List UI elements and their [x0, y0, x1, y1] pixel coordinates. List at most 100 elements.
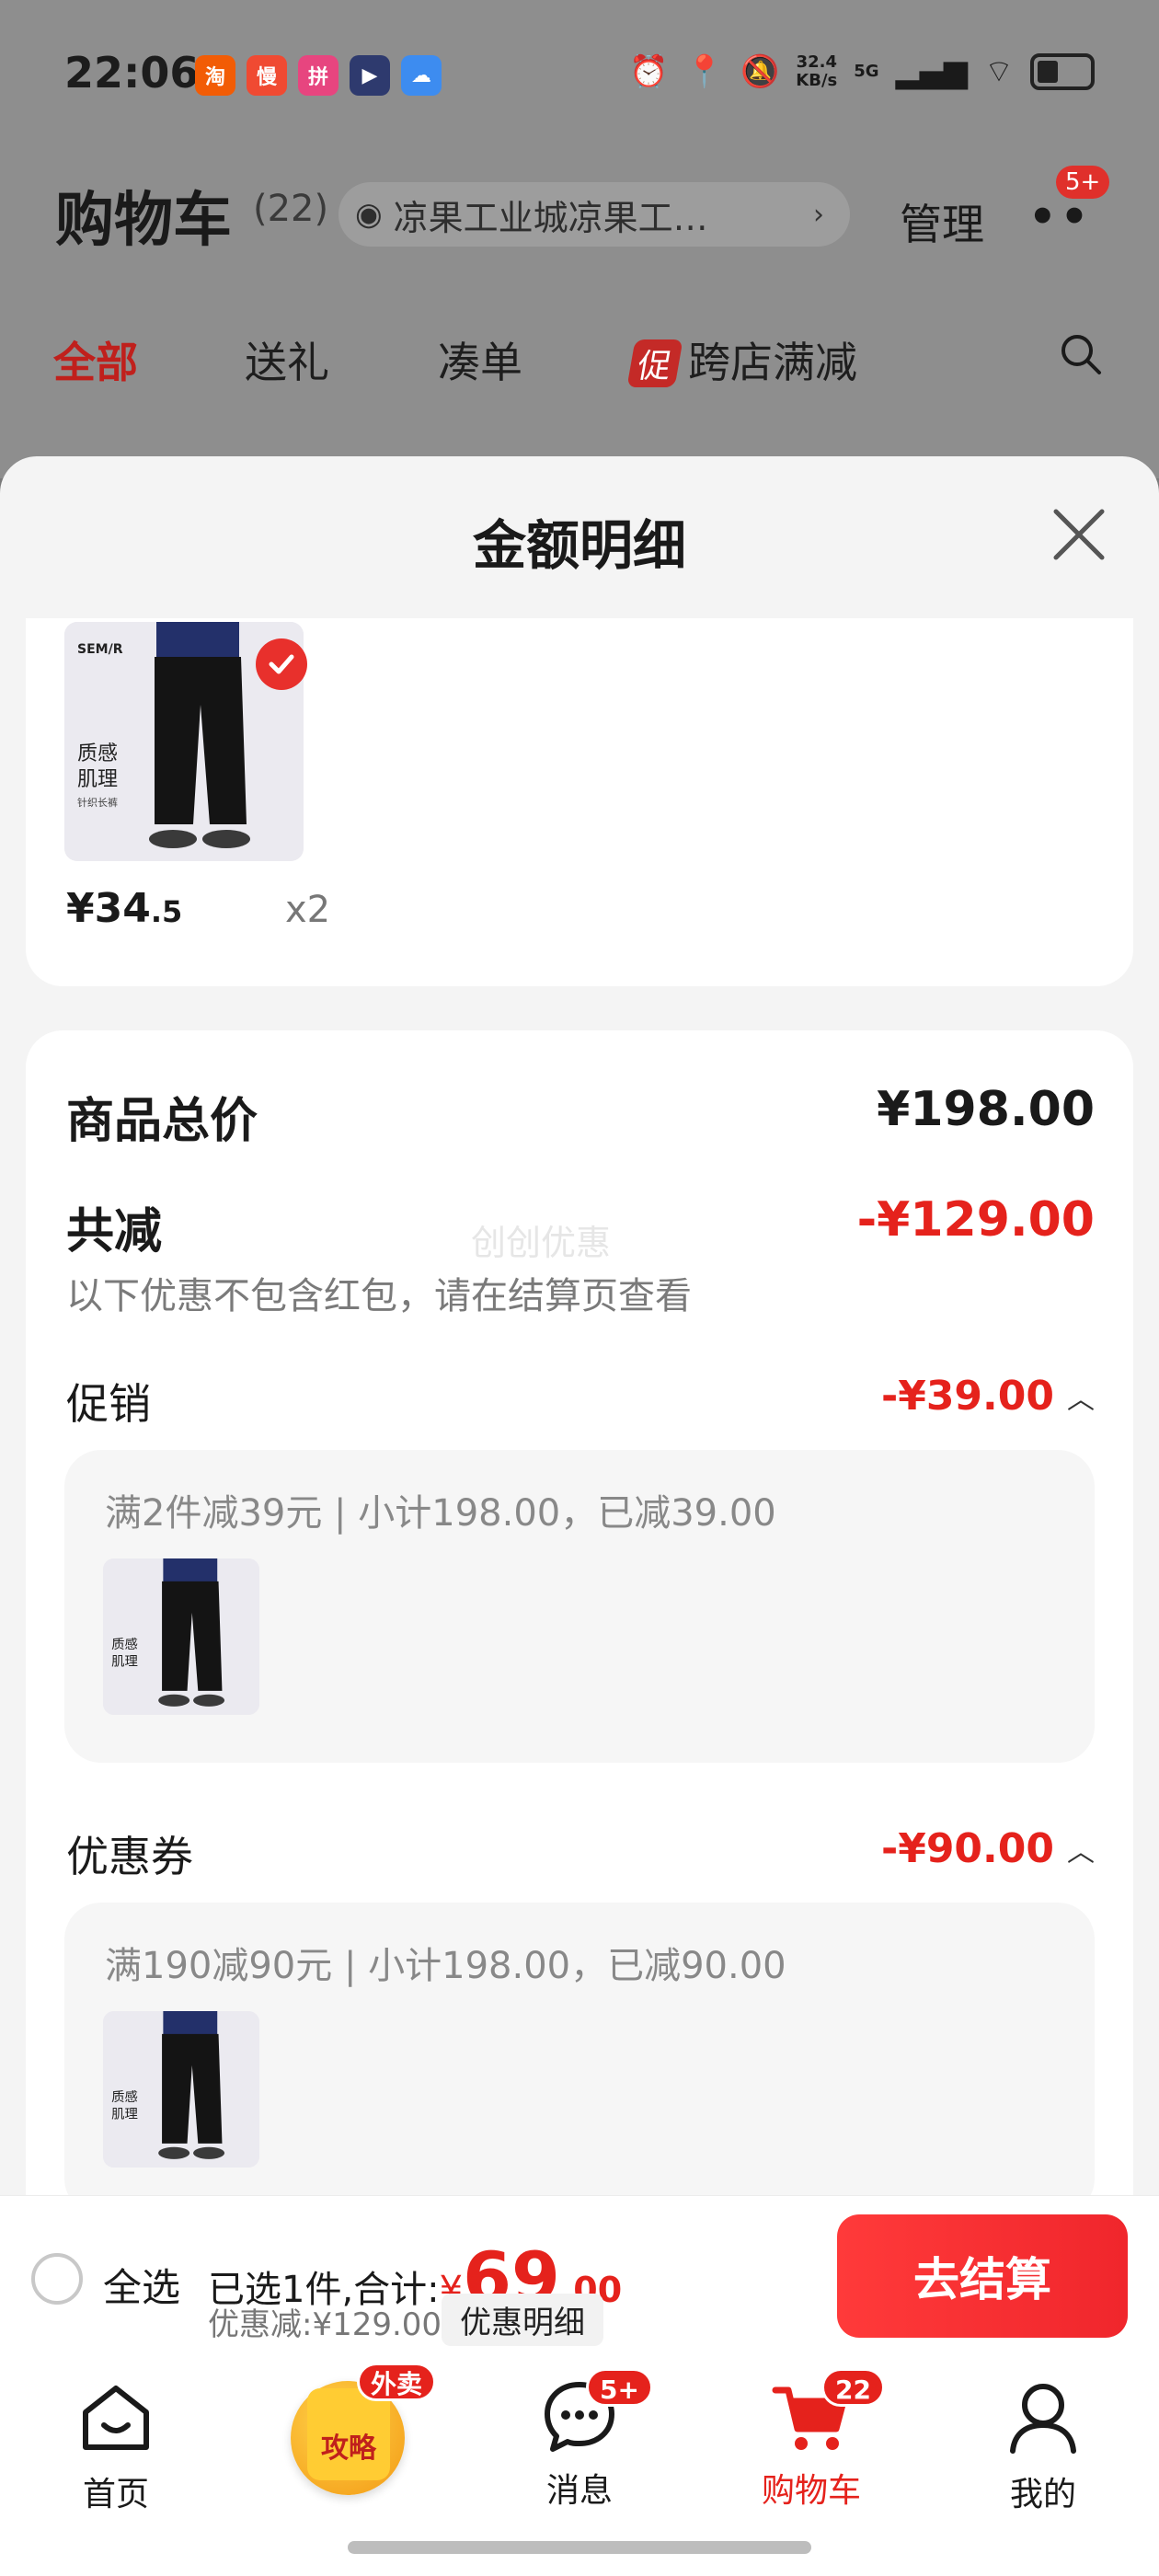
video-app-icon: ▶ — [350, 55, 390, 96]
nav-label-me: 我的 — [1009, 2476, 1076, 2513]
nav-item-cart[interactable]: 22 购物车 — [738, 2368, 885, 2512]
svg-text:肌理: 肌理 — [77, 768, 118, 791]
svg-text:肌理: 肌理 — [111, 1653, 138, 1669]
total-label: 商品总价 — [66, 1094, 258, 1149]
taobao-app-icon: 淘 — [195, 55, 235, 96]
product-price-main: ¥34 — [66, 885, 151, 932]
checkout-bar: 全选 已选1件,合计:¥69.00 优惠减:¥129.00 优惠明细 去结算 — [0, 2195, 1159, 2359]
nav-label-cart: 购物车 — [761, 2472, 861, 2510]
image-sub: 针织长裤 — [77, 796, 118, 809]
coupon-detail: 满190减90元 | 小计198.00，已减90.00 — [105, 1945, 786, 1987]
tab-cross-store-label: 跨店满减 — [688, 338, 858, 387]
chevron-up-icon: ︿ — [1067, 1835, 1095, 1869]
chevron-right-icon: › — [813, 198, 824, 231]
background-page: 22:06 淘 慢 拼 ▶ ☁ ⏰ 📍 🔕 32.4 KB/s 5G ▂▄▆ ⌔… — [0, 0, 1159, 478]
coupon-detail-box: 满190减90元 | 小计198.00，已减90.00 质感 肌理 — [64, 1903, 1095, 2215]
messages-badge: 5+ — [586, 2368, 653, 2407]
status-app-icons: 淘 慢 拼 ▶ ☁ — [195, 55, 442, 96]
net-speed-value: 32.4 — [796, 52, 837, 72]
promotion-detail: 满2件减39元 | 小计198.00，已减39.00 — [105, 1492, 776, 1535]
net-speed-unit: KB/s — [796, 70, 838, 90]
location-icon: 📍 — [684, 52, 724, 90]
cart-header: 购物车 (22) ◉ 凉果工业城凉果工… › 管理 •• 5+ — [0, 166, 1159, 258]
reduce-label: 共减 — [66, 1204, 163, 1259]
coupon-product-thumbnail[interactable]: 质感 肌理 — [103, 2011, 259, 2168]
close-icon[interactable] — [1049, 504, 1109, 565]
battery-icon — [1030, 52, 1095, 90]
cart-tabs: 全部 送礼 凑单 促跨店满减 — [0, 322, 1159, 396]
select-all-label[interactable]: 全选 — [103, 2257, 180, 2313]
more-menu-icon[interactable]: •• — [1028, 191, 1092, 243]
promotion-label: 促销 — [66, 1379, 151, 1429]
cart-count: (22) — [253, 188, 329, 230]
svg-text:质感: 质感 — [111, 2089, 138, 2105]
xianyu-app-icon: 慢 — [247, 55, 287, 96]
search-icon[interactable] — [1058, 331, 1104, 377]
promo-badge: 促 — [626, 339, 683, 387]
reduce-note: 以下优惠不包含红包，请在结算页查看 — [66, 1275, 692, 1317]
takeout-badge: 外卖 — [357, 2363, 437, 2401]
cloud-app-icon: ☁ — [401, 55, 442, 96]
manage-button[interactable]: 管理 — [900, 191, 984, 252]
net-speed: 32.4 KB/s — [796, 52, 838, 90]
sheet-title: 金额明细 — [472, 514, 686, 577]
pants-thumbnail: 质感 肌理 — [103, 2011, 259, 2168]
status-indicators: ⏰ 📍 🔕 32.4 KB/s 5G ▂▄▆ ⌔ — [629, 52, 1095, 91]
tab-bundle-label: 凑单 — [438, 338, 522, 387]
discount-detail-button[interactable]: 优惠明细 — [442, 2294, 603, 2346]
tab-gift[interactable]: 送礼 — [245, 329, 329, 390]
guide-label: 攻略 — [307, 2388, 390, 2480]
tab-all[interactable]: 全部 — [53, 329, 138, 390]
coupon-value: -¥90.00 — [880, 1825, 1054, 1872]
selected-check-icon[interactable] — [256, 638, 307, 690]
coupon-label: 优惠券 — [66, 1832, 193, 1881]
checkout-button[interactable]: 去结算 — [837, 2214, 1128, 2338]
home-icon — [83, 2386, 149, 2450]
chevron-up-icon: ︿ — [1067, 1383, 1095, 1416]
nav-item-messages[interactable]: 5+ 消息 — [506, 2368, 653, 2512]
product-quantity: x2 — [285, 889, 331, 931]
watermark: 创创优惠 — [471, 1223, 612, 1263]
product-price-decimal: .5 — [150, 894, 183, 929]
page-title: 购物车 — [55, 187, 232, 255]
home-indicator — [348, 2541, 811, 2554]
coupon-toggle[interactable]: -¥90.00 ︿ — [881, 1825, 1095, 1872]
more-badge: 5+ — [1056, 166, 1110, 199]
nav-label-home: 首页 — [82, 2476, 149, 2513]
tab-cross-store-discount[interactable]: 促跨店满减 — [626, 329, 858, 390]
alarm-icon: ⏰ — [629, 52, 669, 90]
address-selector[interactable]: ◉ 凉果工业城凉果工… › — [339, 182, 850, 247]
svg-text:质感: 质感 — [77, 742, 118, 765]
promotion-product-thumbnail[interactable]: 质感 肌理 — [103, 1558, 259, 1715]
promotion-value: -¥39.00 — [880, 1373, 1054, 1420]
product-card: SEM/R 质感 肌理 针织长裤 ¥34.5 x2 — [26, 618, 1133, 986]
pants-thumbnail: 质感 肌理 — [103, 1558, 259, 1715]
image-brand: SEM/R — [77, 642, 123, 657]
reduce-value: -¥129.00 — [856, 1192, 1095, 1248]
discount-total: 优惠减:¥129.00 — [208, 2306, 442, 2343]
signal-bars-icon: ▂▄▆ — [895, 52, 969, 90]
svg-text:质感: 质感 — [111, 1637, 138, 1652]
signal-5g-icon: 5G — [854, 61, 879, 81]
tab-bundle[interactable]: 凑单 — [438, 329, 522, 390]
cart-icon-wrap: 22 — [770, 2368, 885, 2458]
wifi-icon: ⌔ — [984, 53, 1014, 90]
nav-item-home[interactable]: 首页 — [42, 2375, 189, 2515]
cart-badge: 22 — [821, 2368, 885, 2407]
nav-item-me[interactable]: 我的 — [970, 2375, 1117, 2515]
promotion-toggle[interactable]: -¥39.00 ︿ — [881, 1373, 1095, 1420]
mute-icon: 🔕 — [740, 52, 780, 90]
message-icon-wrap: 5+ — [538, 2368, 653, 2458]
eye-icon: ◉ — [355, 196, 383, 233]
promotion-detail-box: 满2件减39元 | 小计198.00，已减39.00 质感 肌理 — [64, 1450, 1095, 1763]
svg-text:肌理: 肌理 — [111, 2106, 138, 2122]
select-all-radio[interactable] — [31, 2253, 83, 2305]
status-time: 22:06 — [64, 48, 200, 98]
pinduoduo-app-icon: 拼 — [298, 55, 339, 96]
nav-label-messages: 消息 — [545, 2472, 613, 2510]
product-price: ¥34.5 — [66, 885, 182, 932]
user-icon — [1010, 2384, 1076, 2454]
total-value: ¥198.00 — [877, 1082, 1095, 1137]
status-bar: 22:06 淘 慢 拼 ▶ ☁ ⏰ 📍 🔕 32.4 KB/s 5G ▂▄▆ ⌔ — [0, 0, 1159, 147]
address-text: 凉果工业城凉果工… — [393, 197, 708, 238]
